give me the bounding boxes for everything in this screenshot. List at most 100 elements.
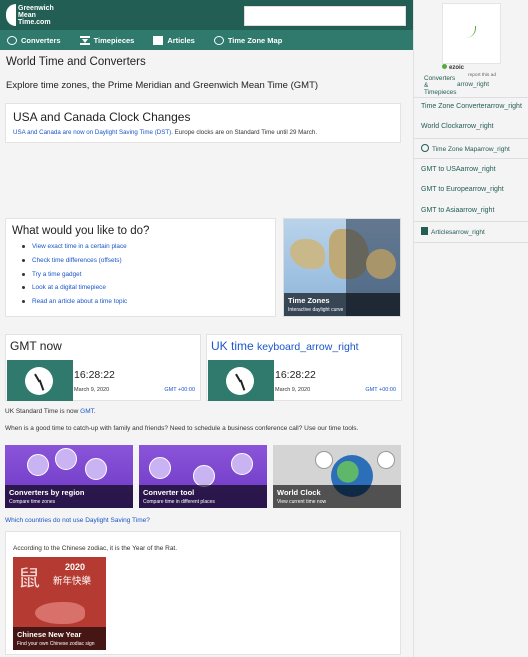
todo-link-time-differences[interactable]: Check time differences (offsets)	[32, 257, 122, 264]
keyboard-arrow-right-icon[interactable]: keyboard_arrow_right	[257, 341, 359, 353]
nav-articles[interactable]: Articles	[153, 35, 195, 45]
earth-icon	[213, 35, 224, 45]
tile-caption: Converters by region Compare time zones	[5, 485, 133, 508]
tile-title: Time Zones	[288, 296, 330, 305]
converter-tool-tile[interactable]: Converter tool Compare time in different…	[139, 445, 267, 508]
chinese-new-year-tile[interactable]: 鼠 2020 新年快樂 Chinese New Year Find your o…	[13, 557, 106, 650]
analog-clock-icon	[25, 367, 53, 395]
nav-timepieces-label: Timepieces	[93, 35, 135, 45]
globe-icon	[421, 144, 429, 152]
no-dst-countries-link[interactable]: Which countries do not use Daylight Savi…	[5, 517, 150, 524]
dst-link[interactable]: USA and Canada are now on Daylight Savin…	[13, 129, 173, 136]
clock-bubble-icon	[85, 458, 107, 480]
sidebar-item-time-zone-map[interactable]: Time Zone Maparrow_right	[421, 144, 510, 153]
tile-title: World Clock	[277, 488, 321, 497]
sidebar-item-articles[interactable]: Articlesarrow_right	[421, 227, 485, 236]
sidebar-divider	[414, 221, 528, 222]
logo-line-3: Time.com	[18, 18, 51, 26]
logo-line-1: Greenwich	[18, 4, 54, 12]
sidebar-heading-line-2: &	[424, 82, 429, 89]
gmt-now-card[interactable]: GMT now 16:28:22 March 9, 2020 GMT +00:0…	[5, 334, 201, 401]
arrow-right-icon: arrow_right	[457, 81, 489, 88]
todo-title: What would you like to do?	[12, 225, 150, 237]
sidebar-item-world-clock[interactable]: World Clockarrow_right	[421, 123, 494, 130]
world-clock-tile[interactable]: World Clock View current time now	[273, 445, 401, 508]
dst-text: USA and Canada are now on Daylight Savin…	[13, 129, 317, 136]
clock-bubble-icon	[55, 448, 77, 470]
sidebar-item-gmt-usa[interactable]: GMT to USAarrow_right	[421, 166, 496, 173]
nav-time-zone-map[interactable]: Time Zone Map	[213, 35, 282, 45]
tile-title: Converter tool	[143, 488, 195, 497]
uk-standard-gmt-link[interactable]: GMT	[80, 408, 94, 415]
todo-link-time-gadget[interactable]: Try a time gadget	[32, 271, 82, 278]
report-ad-link[interactable]: report this ad	[468, 73, 496, 78]
hourglass-icon	[79, 35, 90, 45]
document-icon	[153, 35, 164, 45]
map-land-asia	[366, 249, 396, 279]
gmt-now-title: GMT now	[10, 339, 62, 353]
zodiac-text: According to the Chinese zodiac, it is t…	[13, 545, 178, 552]
todo-card: What would you like to do? View exact ti…	[5, 218, 276, 317]
sidebar-item-time-zone-converter[interactable]: Time Zone Converterarrow_right	[421, 103, 522, 110]
tile-caption: Chinese New Year Find your own Chinese z…	[13, 627, 106, 650]
analog-clock-icon	[226, 367, 254, 395]
gmt-offset-link[interactable]: GMT +00:00	[164, 387, 195, 393]
uk-offset-link[interactable]: GMT +00:00	[365, 387, 396, 393]
clock-bubble-icon	[149, 457, 171, 479]
todo-list: View exact time in a certain place Check…	[22, 243, 127, 312]
sidebar-divider	[414, 158, 528, 159]
sidebar-item-gmt-asia[interactable]: GMT to Asiaarrow_right	[421, 207, 494, 214]
clock-bubble-icon	[27, 454, 49, 476]
todo-item: Read an article about a time topic	[22, 298, 127, 312]
dst-rest: Europe clocks are on Standard Time until…	[172, 129, 318, 136]
tile-subtitle: View current time now	[277, 499, 327, 505]
uk-time-title: UK time keyboard_arrow_right	[211, 339, 359, 353]
todo-item: Check time differences (offsets)	[22, 257, 127, 271]
search-input[interactable]	[244, 6, 406, 26]
page-intro: Explore time zones, the Prime Meridian a…	[6, 80, 319, 91]
ezoic-label: ezoic	[442, 64, 464, 71]
clock-bubble-icon	[315, 451, 333, 469]
tile-subtitle: Find your own Chinese zodiac sign	[17, 641, 95, 647]
todo-item: Try a time gadget	[22, 271, 127, 285]
clock-bubble-icon	[193, 465, 215, 487]
ad-slot[interactable]	[442, 3, 501, 64]
todo-link-exact-time[interactable]: View exact time in a certain place	[32, 243, 127, 250]
uk-time-card[interactable]: UK time keyboard_arrow_right 16:28:22 Ma…	[206, 334, 402, 401]
sidebar-heading-line-1: Converters	[424, 75, 456, 82]
todo-link-digital-timepiece[interactable]: Look at a digital timepiece	[32, 284, 106, 291]
clock-panel	[7, 360, 73, 401]
sidebar-item-articles-label: Articlesarrow_right	[431, 229, 485, 236]
tile-subtitle: Interactive daylight curve	[288, 307, 344, 313]
clock-bubble-icon	[377, 451, 395, 469]
site-logo[interactable]: Greenwich Mean Time.com	[6, 4, 62, 26]
uk-time-link[interactable]: UK time	[211, 339, 254, 353]
map-land-americas	[290, 239, 325, 269]
sidebar-divider	[414, 138, 528, 139]
todo-link-article[interactable]: Read an article about a time topic	[32, 298, 127, 305]
main-nav: Converters Timepieces Articles Time Zone…	[0, 30, 413, 50]
logo-half-circle-icon	[6, 4, 16, 26]
sidebar-divider	[414, 242, 528, 243]
uk-time: 16:28:22	[275, 369, 316, 381]
gmt-date: March 9, 2020	[74, 387, 110, 393]
clock-minute-hand	[239, 379, 245, 391]
right-sidebar: ezoic report this ad Converters & Timepi…	[413, 0, 528, 657]
todo-item: View exact time in a certain place	[22, 243, 127, 257]
sidebar-item-gmt-europe[interactable]: GMT to Europearrow_right	[421, 186, 504, 193]
nav-articles-label: Articles	[167, 35, 195, 45]
loading-spinner-icon	[466, 26, 476, 38]
sidebar-heading-converters[interactable]: Converters & Timepieces arrow_right	[424, 75, 489, 96]
uk-standard-line: UK Standard Time is now GMT.	[5, 408, 96, 415]
nav-timepieces[interactable]: Timepieces	[79, 35, 135, 45]
document-icon	[421, 227, 428, 235]
converters-by-region-tile[interactable]: Converters by region Compare time zones	[5, 445, 133, 508]
dst-card: USA and Canada Clock Changes USA and Can…	[5, 103, 401, 143]
uk-standard-period: .	[93, 408, 96, 415]
time-zones-map-tile[interactable]: Time Zones Interactive daylight curve	[283, 218, 401, 317]
uk-standard-text: UK Standard Time is now	[5, 408, 81, 415]
tile-subtitle: Compare time zones	[9, 499, 56, 505]
globe-icon	[7, 35, 17, 45]
nav-converters[interactable]: Converters	[7, 35, 61, 45]
gmt-time: 16:28:22	[74, 369, 115, 381]
